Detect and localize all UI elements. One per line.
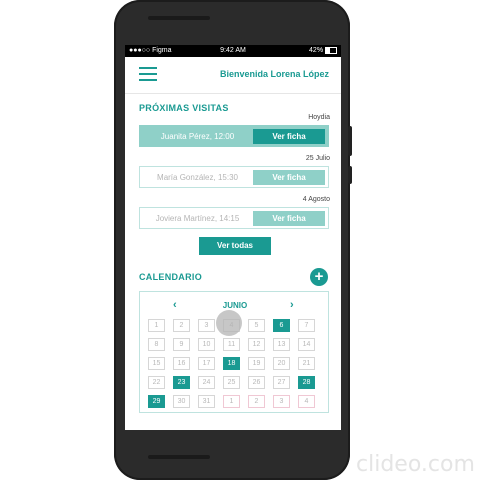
visit-card[interactable]: María González, 15:30 Ver ficha	[139, 166, 329, 188]
view-file-button[interactable]: Ver ficha	[253, 211, 325, 226]
battery-icon	[325, 46, 337, 54]
calendar-day[interactable]: 4	[298, 395, 315, 408]
calendar-day[interactable]: 22	[148, 376, 165, 389]
calendar-day[interactable]: 10	[198, 338, 215, 351]
top-bar: Bienvenida Lorena López	[125, 57, 341, 94]
calendar-day[interactable]: 8	[148, 338, 165, 351]
watermark-text: clideo.com	[356, 452, 475, 477]
welcome-text: Bienvenida Lorena López	[219, 69, 329, 79]
calendar-day[interactable]: 12	[248, 338, 265, 351]
see-all-button[interactable]: Ver todas	[199, 237, 271, 255]
visit-name: Juanita Pérez, 12:00	[160, 132, 235, 141]
calendar-day[interactable]: 3	[198, 319, 215, 332]
speaker-bottom	[148, 455, 210, 459]
calendar-day[interactable]: 2	[173, 319, 190, 332]
visit-card[interactable]: Joviera Martínez, 14:15 Ver ficha	[139, 207, 329, 229]
calendar-day[interactable]: 28	[298, 376, 315, 389]
calendar-day[interactable]: 20	[273, 357, 290, 370]
calendar-day[interactable]: 26	[248, 376, 265, 389]
visit-card[interactable]: Juanita Pérez, 12:00 Ver ficha	[139, 125, 329, 147]
app-screen: ●●●○○ Figma 9:42 AM 42% Bienvenida Loren…	[125, 45, 341, 430]
visit-date: 25 Julio	[305, 155, 330, 162]
visit-name: María González, 15:30	[157, 173, 238, 182]
calendar-day[interactable]: 14	[298, 338, 315, 351]
add-icon[interactable]: +	[310, 268, 328, 286]
power-button[interactable]	[348, 166, 352, 184]
calendar-day[interactable]: 29	[148, 395, 165, 408]
status-bar: ●●●○○ Figma 9:42 AM 42%	[125, 45, 341, 57]
speaker-top	[148, 16, 210, 20]
calendar-day[interactable]: 1	[223, 395, 240, 408]
view-file-button[interactable]: Ver ficha	[253, 170, 325, 185]
calendar-day[interactable]: 5	[248, 319, 265, 332]
calendar-day[interactable]: 16	[173, 357, 190, 370]
volume-button[interactable]	[348, 126, 352, 156]
calendar-day[interactable]: 31	[198, 395, 215, 408]
calendar-day[interactable]: 19	[248, 357, 265, 370]
calendar-day[interactable]: 24	[198, 376, 215, 389]
calendar-day[interactable]: 25	[223, 376, 240, 389]
calendar-day[interactable]: 6	[273, 319, 290, 332]
calendar-day[interactable]: 1	[148, 319, 165, 332]
calendar-day[interactable]: 2	[248, 395, 265, 408]
upcoming-visits-title: PRÓXIMAS VISITAS	[139, 103, 229, 113]
touch-indicator	[216, 310, 242, 336]
calendar-day[interactable]: 9	[173, 338, 190, 351]
calendar-month: JUNIO	[222, 301, 248, 310]
menu-icon[interactable]	[139, 67, 157, 81]
calendar-day[interactable]: 11	[223, 338, 240, 351]
calendar-day[interactable]: 21	[298, 357, 315, 370]
calendar-day[interactable]: 7	[298, 319, 315, 332]
calendar-day[interactable]: 13	[273, 338, 290, 351]
visit-date: Hoydia	[308, 114, 330, 121]
visit-date: 4 Agosto	[302, 196, 330, 203]
calendar-day[interactable]: 27	[273, 376, 290, 389]
calendar-widget: ‹ JUNIO › 123456789101112131415161718192…	[139, 291, 329, 413]
view-file-button[interactable]: Ver ficha	[253, 129, 325, 144]
visit-name: Joviera Martínez, 14:15	[155, 214, 240, 223]
calendar-day[interactable]: 30	[173, 395, 190, 408]
calendar-day[interactable]: 3	[273, 395, 290, 408]
battery-status: 42%	[309, 45, 337, 57]
calendar-title: CALENDARIO	[139, 272, 202, 282]
calendar-day[interactable]: 17	[198, 357, 215, 370]
calendar-day[interactable]: 15	[148, 357, 165, 370]
next-month-icon[interactable]: ›	[290, 299, 294, 311]
calendar-day[interactable]: 18	[223, 357, 240, 370]
battery-percent: 42%	[309, 47, 324, 54]
calendar-day[interactable]: 23	[173, 376, 190, 389]
